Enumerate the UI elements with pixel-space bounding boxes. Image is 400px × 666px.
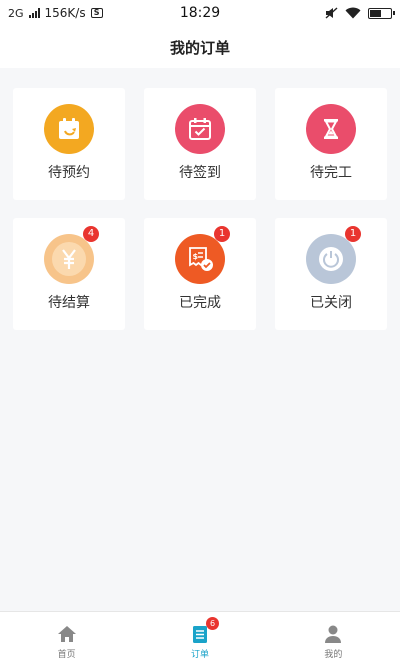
network-speed: 156K/s [44, 6, 86, 20]
order-label: 待结算 [48, 295, 90, 311]
order-icon-circle [175, 104, 225, 154]
svg-text:$: $ [193, 252, 199, 261]
tab-label: 我的 [324, 650, 343, 660]
order-icon-circle [44, 104, 94, 154]
clock: 18:29 [179, 5, 221, 21]
home-icon [57, 626, 76, 642]
wifi-icon [345, 7, 361, 19]
network-type: 2G [8, 6, 24, 20]
order-card-closed[interactable]: 1 已关闭 [275, 218, 387, 330]
signal-icon [28, 8, 40, 18]
order-card-pending-completion[interactable]: 待完工 [275, 88, 387, 200]
bottom-tab-bar: 首页 6 订单 我的 [0, 611, 400, 666]
tab-label: 订单 [190, 650, 209, 660]
order-card-pending-appointment[interactable]: 待预约 [13, 88, 125, 200]
battery-icon [367, 7, 395, 19]
hourglass-icon [324, 119, 338, 139]
order-card-pending-settlement[interactable]: 4 待结算 [13, 218, 125, 330]
tab-orders[interactable]: 6 订单 [133, 612, 266, 666]
order-label: 待签到 [179, 165, 221, 181]
notification-icon: S [90, 8, 103, 18]
power-icon [319, 247, 343, 271]
header: 我的订单 [0, 26, 400, 68]
status-bar: 2G 156K/s S 18:29 [0, 0, 400, 26]
order-icon-circle: 4 [44, 226, 99, 284]
order-label: 已关闭 [310, 295, 352, 311]
tab-label: 首页 [57, 650, 76, 660]
status-left: 2G 156K/s S [8, 6, 148, 20]
order-label: 已完成 [179, 295, 221, 311]
order-badge: 1 [345, 226, 361, 242]
order-icon-circle [306, 104, 356, 154]
tab-profile[interactable]: 我的 [267, 612, 400, 666]
order-icon-circle: $ 1 [175, 226, 230, 284]
order-badge: 1 [214, 226, 230, 242]
order-label: 待预约 [48, 165, 90, 181]
tab-home[interactable]: 首页 [0, 612, 133, 666]
yen-icon [52, 242, 86, 276]
status-right [252, 7, 395, 19]
calendar-check-icon [189, 118, 211, 140]
order-label: 待完工 [310, 165, 352, 181]
order-card-pending-checkin[interactable]: 待签到 [144, 88, 256, 200]
tab-badge: 6 [205, 617, 219, 630]
page-title: 我的订单 [169, 38, 230, 57]
order-card-completed[interactable]: $ 1 已完成 [144, 218, 256, 330]
mute-icon [325, 7, 338, 19]
order-icon-circle: 1 [306, 226, 361, 284]
calendar-arrow-icon [59, 118, 79, 139]
profile-icon [325, 625, 342, 643]
order-badge: 4 [83, 226, 99, 242]
receipt-check-icon: $ [189, 247, 213, 271]
